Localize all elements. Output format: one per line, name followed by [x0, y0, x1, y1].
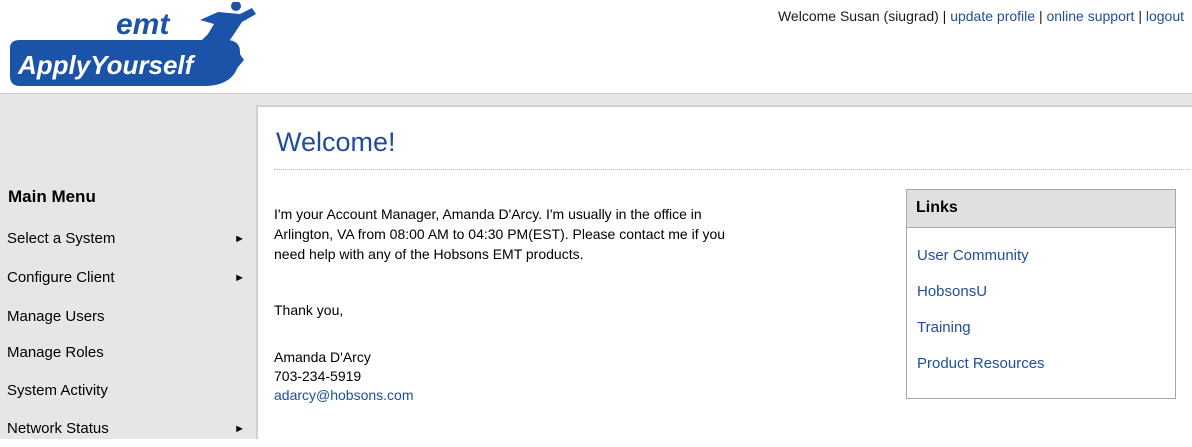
main-content: Welcome! I'm your Account Manager, Amand… [256, 105, 1192, 439]
submenu-arrow-icon: ► [234, 233, 245, 245]
sidebar-item-label: System Activity [7, 382, 108, 399]
links-panel-title: Links [907, 190, 1175, 228]
message-line: need help with any of the Hobsons EMT pr… [274, 246, 584, 262]
emt-applyyourself-logo[interactable]: emt ApplyYourself [4, 1, 260, 88]
link-user-community[interactable]: User Community [907, 238, 1175, 274]
separator: | [942, 8, 947, 24]
logout-link[interactable]: logout [1146, 8, 1184, 24]
sidebar-item-manage-roles[interactable]: Manage Roles [0, 335, 256, 371]
title-divider [274, 169, 1190, 170]
sidebar: Main Menu Select a System ► Configure Cl… [0, 105, 256, 439]
sidebar-item-label: Select a System [7, 230, 116, 247]
sidebar-item-label: Manage Users [7, 308, 105, 325]
sidebar-item-select-a-system[interactable]: Select a System ► [0, 221, 256, 257]
link-product-resources[interactable]: Product Resources [907, 346, 1175, 382]
logo-emt-text: emt [116, 8, 171, 41]
signature-email-link[interactable]: adarcy@hobsons.com [274, 386, 414, 405]
link-training[interactable]: Training [907, 310, 1175, 346]
sidebar-item-manage-users[interactable]: Manage Users [0, 299, 256, 335]
submenu-arrow-icon: ► [234, 272, 245, 284]
user-toolbar: Welcome Susan (siugrad) | update profile… [778, 8, 1184, 24]
links-list: User Community HobsonsU Training Product… [907, 228, 1175, 382]
online-support-link[interactable]: online support [1046, 8, 1134, 24]
page-title: Welcome! [276, 127, 396, 157]
update-profile-link[interactable]: update profile [950, 8, 1035, 24]
sidebar-item-label: Manage Roles [7, 344, 104, 361]
link-hobsonsu[interactable]: HobsonsU [907, 274, 1175, 310]
sidebar-item-network-status[interactable]: Network Status ► [0, 411, 256, 447]
submenu-arrow-icon: ► [234, 423, 245, 435]
sidebar-item-label: Network Status [7, 420, 109, 437]
links-panel: Links User Community HobsonsU Training P… [906, 189, 1176, 399]
main-menu-title: Main Menu [8, 187, 96, 206]
signature-name: Amanda D'Arcy [274, 349, 371, 365]
sidebar-item-label: Configure Client [7, 269, 115, 286]
separator: | [1138, 8, 1142, 24]
signature-phone: 703-234-5919 [274, 368, 362, 384]
sidebar-item-configure-client[interactable]: Configure Client ► [0, 260, 256, 296]
logo-applyyourself-text: ApplyYourself [17, 50, 196, 80]
message-line: I'm your Account Manager, Amanda D'Arcy.… [274, 206, 702, 222]
separator: | [1038, 8, 1043, 24]
welcome-user-text: Welcome Susan (siugrad) [777, 8, 939, 24]
sidebar-item-system-activity[interactable]: System Activity [0, 373, 256, 409]
account-manager-message: I'm your Account Manager, Amanda D'Arcy.… [274, 204, 864, 264]
thank-you-text: Thank you, [274, 302, 344, 318]
message-line: Arlington, VA from 08:00 AM to 04:30 PM(… [274, 226, 726, 242]
